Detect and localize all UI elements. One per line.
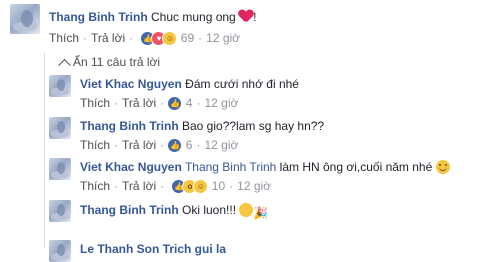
reply-actions: Thích · Trả lời · 👍 6 · 12 giờ — [80, 138, 239, 154]
reply-author[interactable]: Thang Binh Trinh — [80, 119, 179, 133]
reply-author[interactable]: Viet Khac Nguyen — [80, 77, 182, 91]
reply-body: Viet Khac Nguyen Thang Binh Trinh làm HN… — [80, 160, 450, 174]
collapse-arrow-icon — [58, 59, 71, 73]
reply-button[interactable]: Trả lời — [122, 138, 156, 152]
reply-body: Thang Binh Trinh Bao gio??lam sg hay hn?… — [80, 119, 324, 133]
avatar[interactable] — [49, 158, 71, 180]
reply-author[interactable]: Le Thanh Son Trich gui la — [80, 242, 226, 256]
party-popper-emoji-icon: 🎉 — [253, 206, 269, 220]
smiley-emoji-icon — [435, 160, 450, 174]
reply-text: Oki luon!!! — [182, 203, 237, 217]
reaction-count: 10 — [211, 179, 226, 193]
like-button[interactable]: Thích — [80, 96, 110, 110]
reply-mention[interactable]: Thang Binh Trinh — [185, 160, 276, 174]
heart-emoji-icon — [239, 10, 253, 23]
reply-button[interactable]: Trả lời — [91, 31, 125, 45]
reply-button[interactable]: Trả lời — [122, 179, 156, 193]
haha-reaction-icon: ☺ — [193, 179, 209, 195]
like-reaction-icon[interactable]: 👍 — [167, 96, 183, 112]
reply-time[interactable]: 12 giờ — [204, 96, 238, 110]
comment-author[interactable]: Thang Binh Trinh — [49, 10, 148, 24]
hide-replies-link[interactable]: Ẩn 11 câu trả lời — [58, 55, 160, 73]
reactions[interactable]: 👍 o ☺ — [171, 179, 209, 195]
avatar[interactable] — [49, 75, 71, 97]
grimace-emoji-icon — [239, 203, 254, 217]
reply-time[interactable]: 12 giờ — [237, 179, 271, 193]
reply-body: Viet Khac Nguyen Đám cưới nhớ đi nhé — [80, 77, 299, 91]
avatar[interactable] — [49, 200, 71, 222]
comment-text: Chuc mung ong — [151, 10, 236, 24]
reply-body: Thang Binh Trinh Oki luon!!! 🎉 — [80, 203, 269, 220]
reply-actions: Thích · Trả lời · 👍 4 · 12 giờ — [80, 96, 239, 112]
reply-text: Đám cưới nhớ đi nhé — [185, 77, 299, 91]
avatar[interactable] — [49, 240, 71, 262]
avatar[interactable] — [10, 4, 40, 34]
reply-time[interactable]: 12 giờ — [204, 138, 238, 152]
like-reaction-icon[interactable]: 👍 — [167, 138, 183, 154]
reply-body-partial: Le Thanh Son Trich gui la — [80, 242, 226, 256]
reaction-count: 69 — [180, 31, 195, 45]
like-button[interactable]: Thích — [80, 179, 110, 193]
haha-reaction-icon: ☺ — [162, 31, 178, 47]
comment-body: Thang Binh Trinh Chuc mung ong ! — [49, 10, 256, 24]
like-button[interactable]: Thích — [80, 138, 110, 152]
reactions[interactable]: 👍 ♥ ☺ — [140, 31, 178, 47]
thread-line — [44, 52, 45, 248]
reply-text: làm HN ông ơi,cuối năm nhé — [279, 160, 433, 174]
reply-author[interactable]: Thang Binh Trinh — [80, 203, 179, 217]
avatar[interactable] — [49, 117, 71, 139]
comment-time[interactable]: 12 giờ — [206, 31, 240, 45]
reply-actions: Thích · Trả lời · 👍 o ☺ 10 · 12 giờ — [80, 179, 272, 195]
reply-button[interactable]: Trả lời — [122, 96, 156, 110]
reply-text: Bao gio??lam sg hay hn?? — [182, 119, 325, 133]
comment-actions: Thích · Trả lời · 👍 ♥ ☺ 69 · 12 giờ — [49, 31, 241, 47]
like-button[interactable]: Thích — [49, 31, 79, 45]
reply-author[interactable]: Viet Khac Nguyen — [80, 160, 182, 174]
